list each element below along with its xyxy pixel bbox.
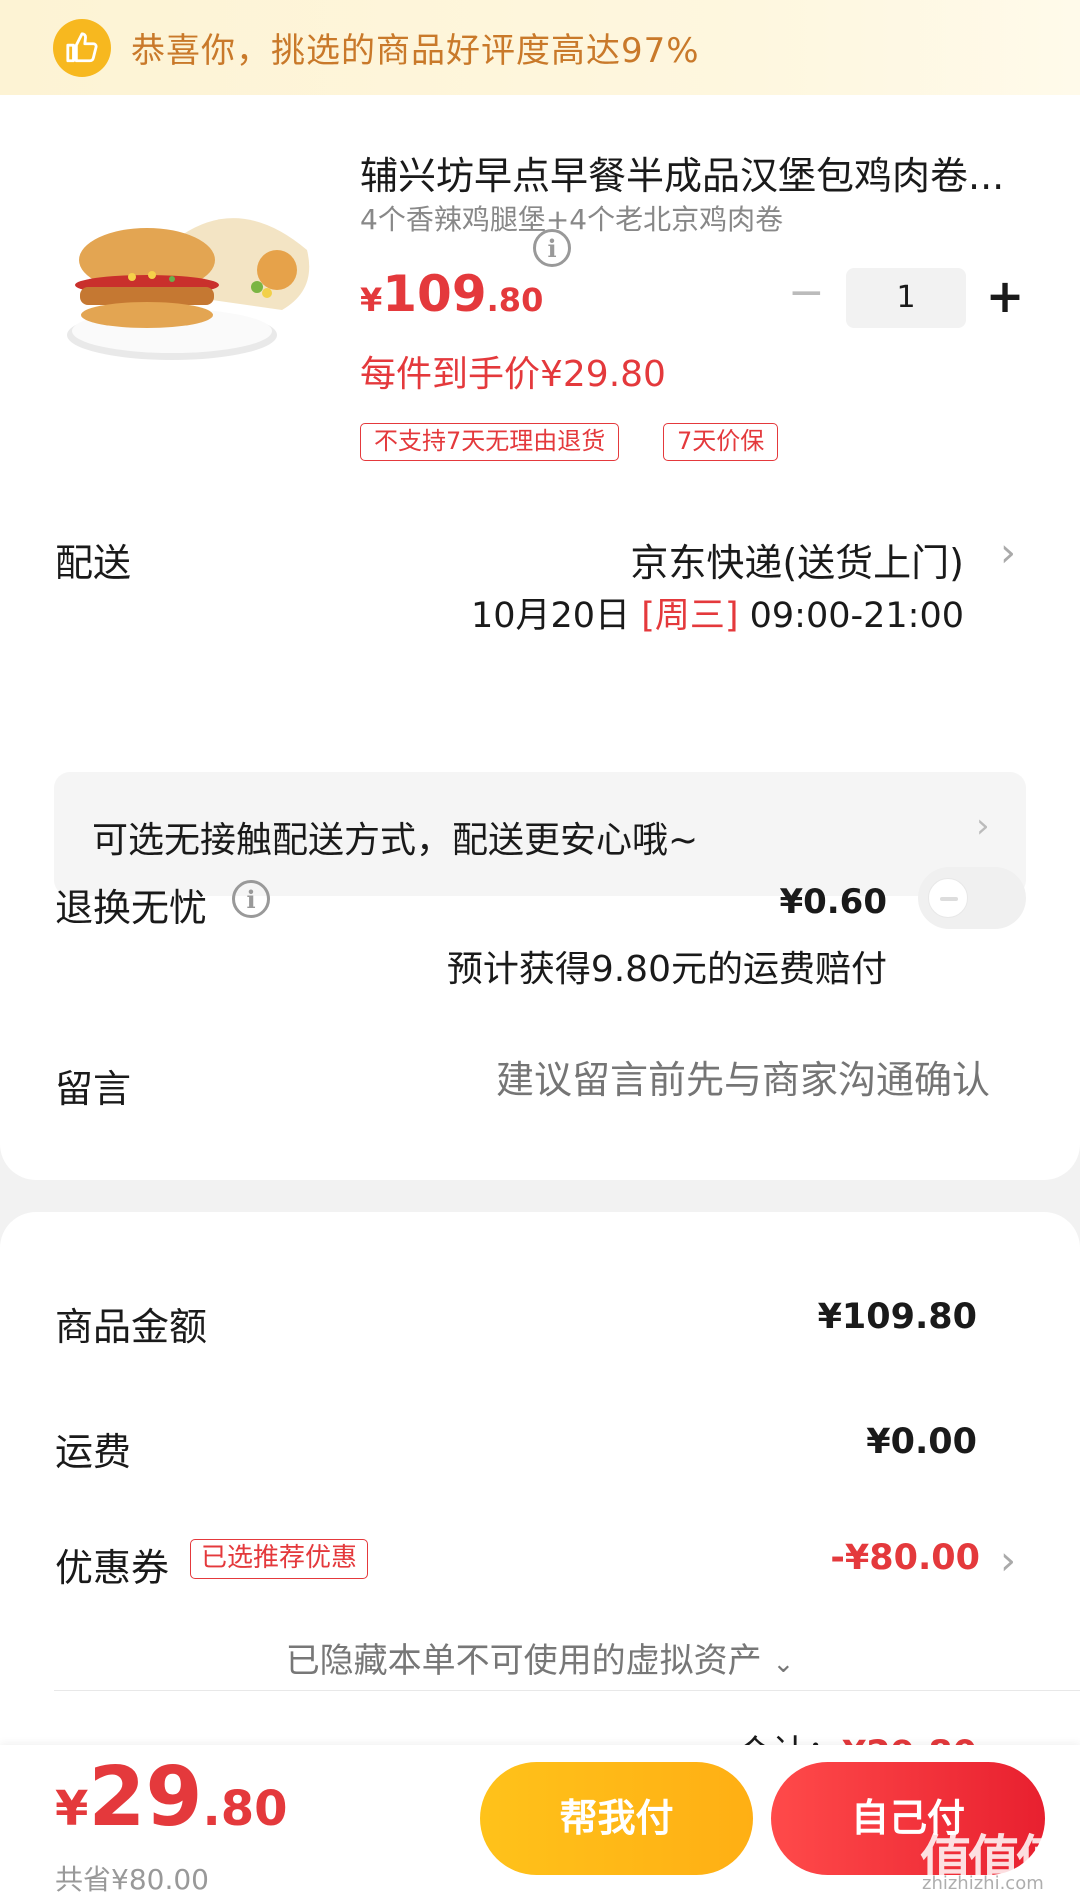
delivery-time-range: 09:00-21:00 bbox=[749, 596, 964, 636]
thumbs-up-icon bbox=[53, 18, 111, 77]
return-policy-tag: 不支持7天无理由退货 bbox=[360, 423, 620, 461]
delivery-chevron-icon[interactable]: › bbox=[1000, 530, 1016, 576]
order-card: 辅兴坊早点早餐半成品汉堡包鸡肉卷... 4个香辣鸡腿堡+4个老北京鸡肉卷 ¥10… bbox=[0, 95, 1080, 1180]
price-protection-tag: 7天价保 bbox=[663, 423, 779, 461]
quantity-value[interactable]: 1 bbox=[846, 268, 966, 328]
product-spec: 4个香辣鸡腿堡+4个老北京鸡肉卷 bbox=[360, 203, 784, 236]
goods-amount-value: ¥109.80 bbox=[817, 1297, 977, 1337]
hidden-assets-text: 已隐藏本单不可使用的虚拟资产 bbox=[285, 1641, 762, 1681]
note-label: 留言 bbox=[55, 1067, 132, 1111]
price-integer: 109 bbox=[382, 265, 487, 323]
shipping-value: ¥0.00 bbox=[866, 1422, 977, 1462]
delivery-time: 10月20日 [周三] 09:00-21:00 bbox=[471, 587, 964, 638]
quantity-increase-button[interactable]: + bbox=[985, 271, 1025, 321]
delivery-label: 配送 bbox=[55, 541, 132, 585]
delivery-date: 10月20日 bbox=[470, 596, 631, 636]
saved-amount: 共省¥80.00 bbox=[55, 1863, 209, 1896]
help-me-pay-button[interactable]: 帮我付 bbox=[480, 1762, 753, 1875]
return-service-price: ¥0.60 bbox=[779, 882, 887, 922]
watermark-url: zhizhizhi.com bbox=[922, 1873, 1044, 1894]
footer-price-decimal: .80 bbox=[202, 1781, 288, 1837]
price-decimal: .80 bbox=[486, 281, 544, 319]
price-info-icon[interactable]: i bbox=[533, 229, 571, 267]
contactless-chevron-icon: › bbox=[976, 806, 990, 846]
price-symbol: ¥ bbox=[360, 281, 383, 319]
hidden-assets-toggle[interactable]: 已隐藏本单不可使用的虚拟资产 ⌄ bbox=[0, 1633, 1080, 1682]
goods-amount-label: 商品金额 bbox=[55, 1305, 208, 1349]
divider bbox=[54, 1690, 1080, 1691]
coupon-recommended-tag: 已选推荐优惠 bbox=[190, 1539, 369, 1579]
shipping-label: 运费 bbox=[55, 1430, 132, 1474]
return-info-icon[interactable]: i bbox=[232, 880, 270, 918]
return-service-description: 预计获得9.80元的运费赔付 bbox=[446, 949, 887, 990]
toggle-knob bbox=[928, 878, 968, 918]
contactless-text: 可选无接触配送方式，配送更安心哦~ bbox=[92, 820, 699, 861]
footer-price-integer: 29 bbox=[88, 1750, 203, 1845]
product-image[interactable] bbox=[62, 195, 320, 370]
delivery-weekday: [周三] bbox=[641, 596, 739, 636]
return-service-toggle[interactable] bbox=[918, 867, 1026, 929]
coupon-chevron-icon[interactable]: › bbox=[1000, 1538, 1016, 1584]
delivery-method[interactable]: 京东快递(送货上门) bbox=[630, 532, 964, 587]
note-input[interactable] bbox=[390, 1058, 990, 1102]
checkout-bar: ¥29.80 共省¥80.00 帮我付 自己付 bbox=[0, 1745, 1080, 1904]
quantity-decrease-button[interactable]: − bbox=[788, 271, 825, 317]
return-service-label: 退换无忧 bbox=[55, 886, 208, 930]
banner-text: 恭喜你，挑选的商品好评度高达97% bbox=[131, 31, 700, 71]
footer-total-price: ¥29.80 bbox=[55, 1750, 288, 1845]
chevron-down-icon: ⌄ bbox=[772, 1649, 795, 1679]
footer-price-symbol: ¥ bbox=[55, 1781, 89, 1837]
praise-banner: 恭喜你，挑选的商品好评度高达97% bbox=[0, 0, 1080, 95]
watermark: 值值值 zhizhizhi.com bbox=[920, 1818, 1068, 1898]
coupon-label: 优惠券 bbox=[55, 1546, 170, 1590]
unit-price: 每件到手价¥29.80 bbox=[360, 354, 666, 395]
product-price: ¥109.80 bbox=[360, 265, 543, 323]
product-title[interactable]: 辅兴坊早点早餐半成品汉堡包鸡肉卷... bbox=[360, 145, 1020, 200]
coupon-value[interactable]: -¥80.00 bbox=[830, 1538, 980, 1578]
